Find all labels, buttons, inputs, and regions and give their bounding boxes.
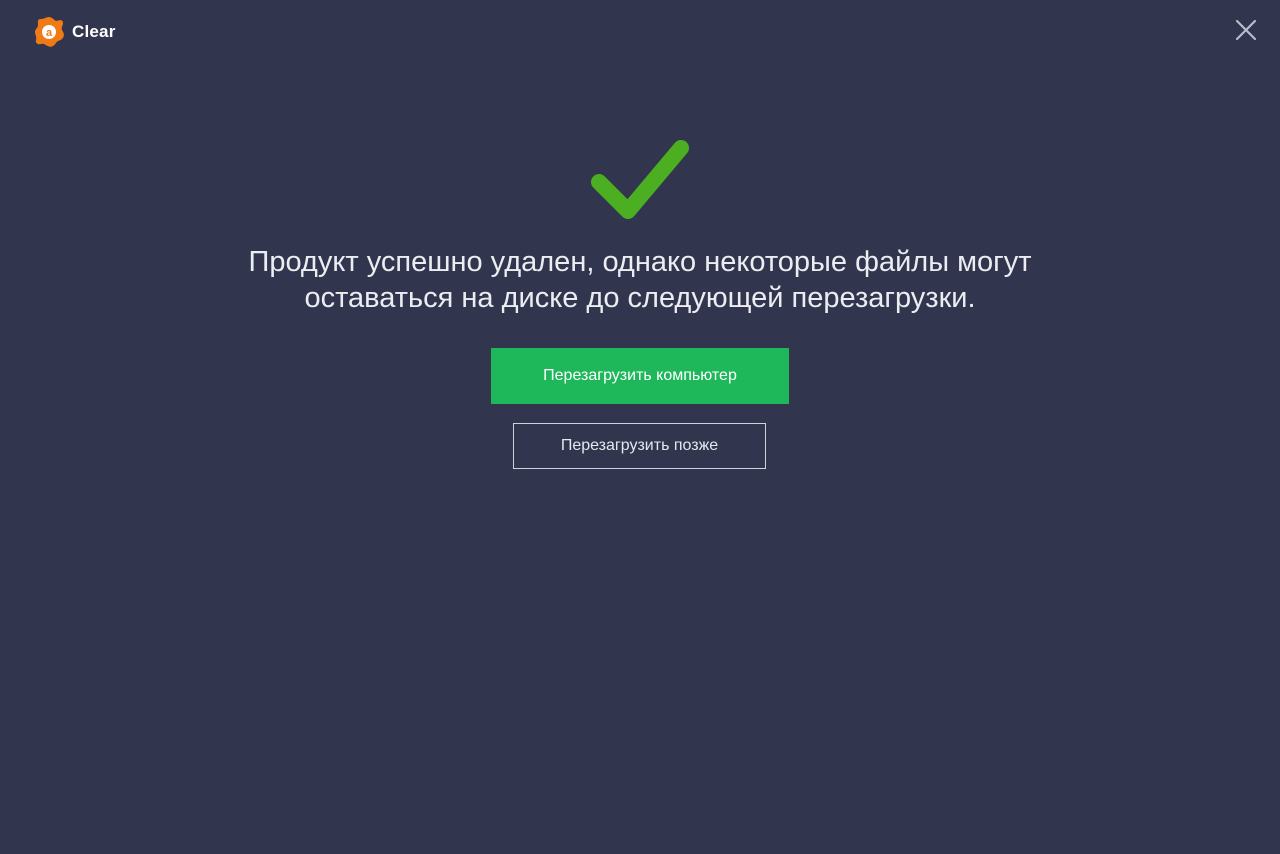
- close-button[interactable]: [1232, 16, 1260, 44]
- close-icon: [1235, 19, 1257, 41]
- status-message: Продукт успешно удален, однако некоторые…: [140, 244, 1140, 316]
- uninstall-complete-window: a Clear Продукт успешно удален, однако н…: [0, 0, 1280, 854]
- restart-now-button[interactable]: Перезагрузить компьютер: [491, 348, 789, 404]
- avast-logo-icon: a: [35, 17, 64, 47]
- svg-text:a: a: [46, 27, 53, 39]
- status-message-line-2: оставаться на диске до следующей перезаг…: [304, 282, 976, 314]
- status-message-line-1: Продукт успешно удален, однако некоторые…: [248, 246, 1032, 278]
- app-name: Clear: [72, 22, 116, 41]
- restart-later-button[interactable]: Перезагрузить позже: [513, 423, 766, 469]
- checkmark-icon: [591, 140, 689, 219]
- app-brand: a Clear: [32, 14, 116, 50]
